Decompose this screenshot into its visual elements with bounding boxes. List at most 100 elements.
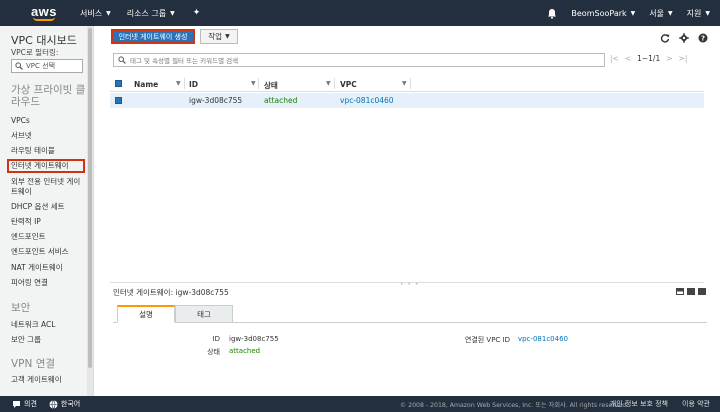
- detail-title-id: igw-3d08c755: [175, 288, 229, 297]
- language-selector[interactable]: 한국어: [49, 399, 80, 409]
- region-label: 서울: [649, 8, 665, 18]
- toolbar-icons: ?: [660, 33, 708, 43]
- terms-link[interactable]: 이용 약관: [682, 399, 710, 409]
- split-view-icon[interactable]: [676, 288, 684, 295]
- chevron-down-icon: ▼: [630, 9, 636, 17]
- footer-links: 개인 정보 보호 정책 이용 약관: [610, 399, 710, 409]
- attached-vpc-label: 연결된 VPC ID: [464, 336, 510, 344]
- column-divider: [258, 78, 259, 89]
- sidebar-item-dhcp-options[interactable]: DHCP 옵션 세트: [11, 202, 87, 212]
- chevron-down-icon: ▼: [106, 9, 111, 17]
- cell-status: attached: [264, 96, 298, 105]
- bottom-view-icon[interactable]: [687, 288, 695, 295]
- sidebar-item-peering[interactable]: 피어링 연결: [11, 278, 87, 288]
- feedback-link[interactable]: 의견: [12, 399, 37, 409]
- search-input[interactable]: 태그 및 속성별 필터 또는 키워드별 검색: [113, 53, 605, 67]
- user-menu[interactable]: BeomSooPark ▼: [571, 9, 635, 18]
- id-label: ID: [212, 335, 220, 343]
- sort-icon[interactable]: ▼: [251, 80, 256, 87]
- sidebar-item-vpcs[interactable]: VPCs: [11, 116, 87, 126]
- feedback-label: 의견: [24, 400, 37, 408]
- refresh-icon[interactable]: [660, 33, 670, 43]
- sidebar-item-endpoints[interactable]: 엔드포인트: [11, 232, 87, 242]
- full-view-icon[interactable]: [698, 288, 706, 295]
- support-menu[interactable]: 지원 ▼: [687, 8, 710, 19]
- sidebar-item-nat-gateways[interactable]: NAT 게이트웨이: [11, 263, 87, 273]
- column-divider: [410, 78, 411, 89]
- column-name[interactable]: Name: [134, 80, 158, 89]
- column-id[interactable]: ID: [189, 80, 198, 89]
- next-page-icon[interactable]: >: [666, 54, 672, 63]
- footer: 의견 한국어 © 2008 - 2018, Amazon Web Service…: [0, 396, 720, 412]
- filter-label: VPC로 필터링:: [11, 48, 59, 57]
- region-menu[interactable]: 서울 ▼: [649, 8, 672, 19]
- svg-text:?: ?: [701, 35, 705, 43]
- sidebar: VPC 대시보드 VPC로 필터링: VPC 선택 가상 프라이빗 클라우드 V…: [0, 26, 94, 396]
- section-security: 보안: [11, 302, 31, 314]
- aws-logo[interactable]: aws: [20, 0, 68, 26]
- search-placeholder: 태그 및 속성별 필터 또는 키워드별 검색: [130, 57, 239, 65]
- globe-icon: [49, 399, 58, 409]
- table-header: Name ▼ ID ▼ 상태 ▼ VPC ▼: [110, 75, 704, 92]
- row-checkbox[interactable]: [115, 97, 122, 104]
- resource-groups-label: 리소스 그룹: [126, 8, 167, 18]
- copyright-text: © 2008 - 2018, Amazon Web Services, Inc.…: [400, 402, 629, 409]
- services-menu[interactable]: 서비스 ▼: [80, 8, 111, 19]
- logo-smile-icon: [33, 17, 55, 21]
- view-toggle: [676, 288, 706, 295]
- help-icon[interactable]: ?: [698, 33, 708, 43]
- status-value: attached: [229, 347, 261, 355]
- vpc-filter-select[interactable]: VPC 선택: [11, 59, 83, 73]
- resource-groups-menu[interactable]: 리소스 그룹 ▼: [127, 8, 175, 19]
- sort-icon[interactable]: ▼: [176, 80, 181, 87]
- sidebar-item-route-tables[interactable]: 라우팅 테이블: [11, 146, 87, 156]
- pagination: |< < 1~1/1 > >|: [610, 54, 687, 63]
- speech-bubble-icon: [13, 400, 20, 408]
- sort-icon[interactable]: ▼: [326, 80, 331, 87]
- search-icon: [15, 62, 23, 70]
- actions-label: 작업: [208, 32, 223, 41]
- tab-tags[interactable]: 태그: [175, 305, 233, 323]
- sidebar-item-elastic-ip[interactable]: 탄력적 IP: [11, 217, 87, 227]
- column-vpc[interactable]: VPC: [340, 80, 357, 89]
- sidebar-title[interactable]: VPC 대시보드: [11, 32, 77, 48]
- sidebar-item-subnets[interactable]: 서브넷: [11, 131, 87, 141]
- sidebar-item-endpoint-services[interactable]: 엔드포인트 서비스: [11, 247, 87, 257]
- last-page-icon[interactable]: >|: [679, 54, 688, 63]
- search-icon: [118, 56, 126, 64]
- sidebar-item-internet-gateways[interactable]: 인터넷 게이트웨이: [7, 159, 85, 173]
- status-label: 상태: [207, 348, 220, 356]
- detail-title-prefix: 인터넷 게이트웨이:: [113, 288, 174, 297]
- chevron-down-icon: ▼: [668, 9, 673, 17]
- create-internet-gateway-button[interactable]: 인터넷 게이트웨이 생성: [111, 29, 195, 44]
- section-private-cloud: 가상 프라이빗 클라우드: [11, 84, 86, 108]
- pin-icon[interactable]: ✦: [193, 8, 201, 18]
- drag-handle-icon[interactable]: • • •: [400, 281, 419, 288]
- column-status[interactable]: 상태: [264, 80, 278, 91]
- chevron-down-icon: ▼: [170, 9, 175, 17]
- sidebar-item-customer-gateways[interactable]: 고객 게이트웨이: [11, 375, 87, 385]
- user-label: BeomSooPark: [571, 8, 627, 18]
- bell-icon[interactable]: [547, 8, 557, 19]
- sidebar-item-egress-only-igw[interactable]: 외부 전용 인터넷 게이트웨이: [11, 177, 87, 197]
- sidebar-item-network-acl[interactable]: 네트워크 ACL: [11, 320, 87, 330]
- first-page-icon[interactable]: |<: [610, 54, 619, 63]
- table-row[interactable]: igw-3d08c755 attached vpc-081c0460: [110, 93, 704, 108]
- page-count: 1~1/1: [637, 54, 661, 63]
- sort-icon[interactable]: ▼: [402, 80, 407, 87]
- nav-right: BeomSooPark ▼ 서울 ▼ 지원 ▼: [547, 0, 720, 26]
- sidebar-scroll-thumb[interactable]: [88, 28, 92, 368]
- prev-page-icon[interactable]: <: [625, 54, 631, 63]
- cell-vpc-link[interactable]: vpc-081c0460: [340, 96, 394, 105]
- select-all-checkbox[interactable]: [115, 80, 122, 87]
- chevron-down-icon: ▼: [705, 9, 710, 17]
- gear-icon[interactable]: [679, 33, 689, 43]
- privacy-policy-link[interactable]: 개인 정보 보호 정책: [610, 399, 668, 409]
- attached-vpc-link[interactable]: vpc-081c0460: [518, 335, 568, 343]
- sidebar-scrollbar[interactable]: [87, 26, 93, 396]
- actions-button[interactable]: 작업 ▼: [200, 29, 238, 44]
- language-label: 한국어: [60, 400, 81, 408]
- sidebar-item-security-groups[interactable]: 보안 그룹: [11, 335, 87, 345]
- support-label: 지원: [686, 8, 702, 18]
- tab-description[interactable]: 설명: [117, 305, 175, 323]
